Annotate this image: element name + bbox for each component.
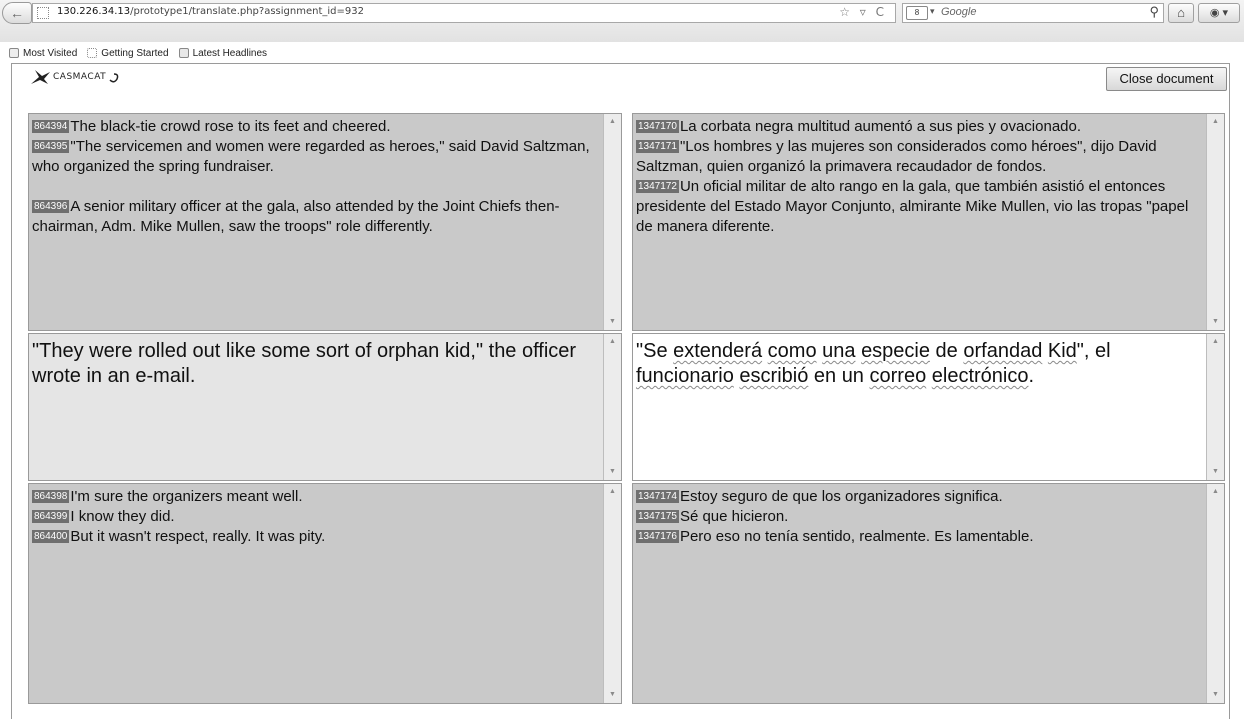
source-current-segment: "They were rolled out like some sort of … bbox=[28, 333, 622, 481]
target-segment[interactable]: 1347174 Estoy seguro de que los organizad… bbox=[636, 487, 1206, 507]
translation-editor-text[interactable]: "Se extenderá como una especie de orfand… bbox=[634, 335, 1206, 480]
home-icon: ⌂ bbox=[1177, 5, 1185, 20]
source-segment[interactable]: 864395 "The servicemen and women were reg… bbox=[32, 137, 603, 177]
back-arrow-icon: ← bbox=[10, 5, 24, 21]
bookmark-most-visited[interactable]: Most Visited bbox=[9, 48, 77, 59]
source-segment[interactable]: 864394 The black-tie crowd rose to its fe… bbox=[32, 117, 603, 137]
address-text: 130.226.34.13/prototype1/translate.php?a… bbox=[57, 6, 364, 17]
scroll-up-icon[interactable]: ▲ bbox=[1207, 484, 1224, 500]
source-segment[interactable]: 864400 But it wasn't respect, really. It … bbox=[32, 527, 603, 547]
scroll-down-icon[interactable]: ▼ bbox=[604, 687, 621, 703]
segment-id: 864399 bbox=[32, 510, 70, 523]
search-box[interactable]: 8 ▾ Google ⚲ bbox=[902, 3, 1164, 23]
segment-id: 864398 bbox=[32, 490, 70, 503]
target-segment[interactable]: 1347171 "Los hombres y las mujeres son co… bbox=[636, 137, 1206, 177]
back-button[interactable]: ← bbox=[2, 2, 32, 24]
scroll-down-icon[interactable]: ▼ bbox=[1207, 314, 1224, 330]
scroll-up-icon[interactable]: ▲ bbox=[1207, 114, 1224, 130]
site-identity-icon[interactable] bbox=[37, 7, 49, 19]
addon-menu-button[interactable]: ◉ ▾ bbox=[1198, 3, 1240, 23]
target-context-top: 1347170 La corbata negra multitud aumentó… bbox=[632, 113, 1225, 331]
source-segment[interactable]: 864396 A senior military officer at the g… bbox=[32, 197, 603, 237]
source-context-top: 864394 The black-tie crowd rose to its fe… bbox=[28, 113, 622, 331]
home-button[interactable]: ⌂ bbox=[1168, 3, 1194, 23]
casmacat-logo: CASMACAT bbox=[30, 66, 120, 88]
scroll-up-icon[interactable]: ▲ bbox=[1207, 334, 1224, 350]
search-icon[interactable]: ⚲ bbox=[1149, 4, 1159, 20]
segment-id: 864400 bbox=[32, 530, 70, 543]
segment-id: 1347176 bbox=[636, 530, 679, 543]
scrollbar[interactable]: ▲ ▼ bbox=[603, 114, 621, 330]
segment-id: 1347174 bbox=[636, 490, 679, 503]
scrollbar[interactable]: ▲ ▼ bbox=[1206, 334, 1224, 480]
target-segment[interactable]: 1347172 Un oficial militar de alto rango … bbox=[636, 177, 1206, 237]
source-segment[interactable]: 864399 I know they did. bbox=[32, 507, 603, 527]
target-editor[interactable]: "Se extenderá como una especie de orfand… bbox=[632, 333, 1225, 481]
scrollbar[interactable]: ▲ ▼ bbox=[603, 484, 621, 703]
scroll-up-icon[interactable]: ▲ bbox=[604, 484, 621, 500]
bookmark-latest-headlines[interactable]: Latest Headlines bbox=[178, 48, 267, 59]
source-segment[interactable]: 864398 I'm sure the organizers meant well… bbox=[32, 487, 603, 507]
segment-id: 864394 bbox=[32, 120, 70, 133]
target-segment[interactable]: 1347175 Sé que hicieron. bbox=[636, 507, 1206, 527]
bookmark-getting-started[interactable]: Getting Started bbox=[87, 48, 169, 59]
page-icon bbox=[87, 48, 98, 58]
current-source-text: "They were rolled out like some sort of … bbox=[32, 340, 577, 387]
engine-dropdown-icon[interactable]: ▾ bbox=[930, 6, 935, 17]
segment-id: 864395 bbox=[32, 140, 70, 153]
scroll-up-icon[interactable]: ▲ bbox=[604, 114, 621, 130]
most-visited-icon bbox=[9, 48, 19, 58]
scrollbar[interactable]: ▲ ▼ bbox=[1206, 114, 1224, 330]
scrollbar[interactable]: ▲ ▼ bbox=[1206, 484, 1224, 703]
segment-id: 1347170 bbox=[636, 120, 679, 133]
scroll-down-icon[interactable]: ▼ bbox=[604, 314, 621, 330]
bird-logo-icon bbox=[31, 70, 50, 84]
address-bar[interactable]: 130.226.34.13/prototype1/translate.php?a… bbox=[32, 3, 896, 23]
segment-id: 1347175 bbox=[636, 510, 679, 523]
close-document-button[interactable]: Close document bbox=[1106, 67, 1227, 91]
scroll-down-icon[interactable]: ▼ bbox=[1207, 687, 1224, 703]
source-context-bottom: 864398 I'm sure the organizers meant well… bbox=[28, 483, 622, 704]
addon-icon: ◉ ▾ bbox=[1209, 7, 1229, 19]
segment-id: 1347171 bbox=[636, 140, 679, 153]
search-placeholder: Google bbox=[941, 6, 977, 18]
target-segment[interactable]: 1347170 La corbata negra multitud aumentó… bbox=[636, 117, 1206, 137]
scroll-up-icon[interactable]: ▲ bbox=[604, 334, 621, 350]
search-engine-icon[interactable]: 8 bbox=[906, 6, 928, 20]
segment-id: 1347172 bbox=[636, 180, 679, 193]
bookmarks-toolbar: Most Visited Getting Started Latest Head… bbox=[0, 44, 267, 62]
target-segment[interactable]: 1347176 Pero eso no tenía sentido, realme… bbox=[636, 527, 1206, 547]
logo-swirl-icon bbox=[109, 73, 119, 83]
segment-id: 864396 bbox=[32, 200, 70, 213]
scroll-down-icon[interactable]: ▼ bbox=[604, 464, 621, 480]
scrollbar[interactable]: ▲ ▼ bbox=[603, 334, 621, 480]
bookmark-star-icon[interactable]: ☆ ▿ C bbox=[839, 5, 887, 19]
rss-feed-icon bbox=[178, 48, 189, 58]
target-context-bottom: 1347174 Estoy seguro de que los organizad… bbox=[632, 483, 1225, 704]
scroll-down-icon[interactable]: ▼ bbox=[1207, 464, 1224, 480]
